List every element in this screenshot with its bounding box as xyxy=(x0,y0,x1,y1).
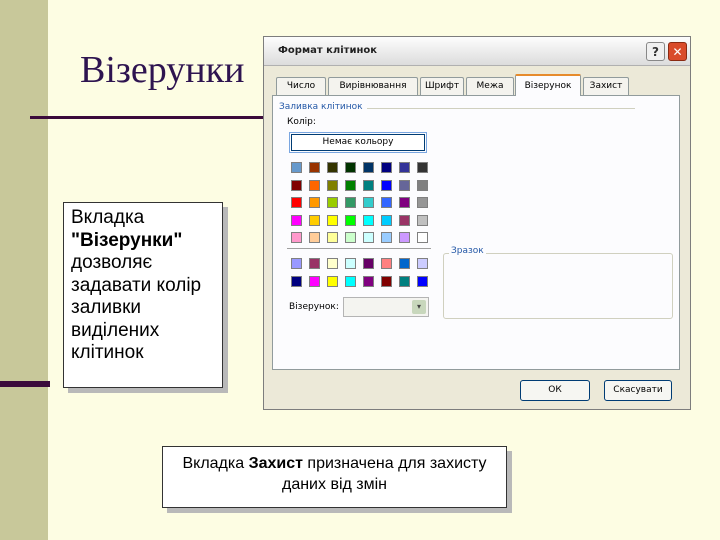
callout-patterns-bold: "Візерунки" xyxy=(71,229,183,251)
color-swatch[interactable] xyxy=(417,214,428,226)
color-swatch[interactable] xyxy=(381,232,392,243)
tab-font[interactable]: Шрифт xyxy=(420,77,464,95)
sample-label: Зразок xyxy=(449,246,486,256)
color-swatch[interactable] xyxy=(417,162,428,173)
color-swatch[interactable] xyxy=(291,214,302,226)
color-swatch[interactable] xyxy=(417,232,428,243)
color-swatch[interactable] xyxy=(363,214,374,226)
color-swatch[interactable] xyxy=(381,275,392,287)
color-swatch[interactable] xyxy=(309,275,320,287)
color-swatch[interactable] xyxy=(399,179,410,191)
callout-patterns-line1: Вкладка xyxy=(71,207,145,228)
color-swatch[interactable] xyxy=(291,232,302,243)
color-swatch[interactable] xyxy=(327,197,338,208)
pattern-dropdown[interactable]: ▾ xyxy=(343,297,429,317)
color-swatch[interactable] xyxy=(309,258,320,269)
palette-separator xyxy=(287,248,431,249)
color-swatch[interactable] xyxy=(309,162,320,173)
color-swatch[interactable] xyxy=(345,258,356,269)
ok-button[interactable]: ОК xyxy=(520,380,590,401)
no-color-button[interactable]: Немає кольору xyxy=(289,132,427,153)
close-button[interactable]: ✕ xyxy=(668,42,687,61)
callout-protection-suffix: призначена для захисту даних від змін xyxy=(281,455,487,493)
color-swatch[interactable] xyxy=(417,275,428,287)
color-swatch[interactable] xyxy=(399,275,410,287)
color-swatch[interactable] xyxy=(291,258,302,269)
color-swatch[interactable] xyxy=(309,179,320,191)
color-swatch[interactable] xyxy=(381,214,392,226)
color-swatch[interactable] xyxy=(417,197,428,208)
tab-patterns[interactable]: Візерунок xyxy=(515,74,581,96)
group-divider xyxy=(363,108,635,109)
color-swatch[interactable] xyxy=(363,258,374,269)
color-swatch[interactable] xyxy=(345,197,356,208)
slide-title: Візерунки xyxy=(80,49,245,91)
callout-protection-prefix: Вкладка xyxy=(182,455,249,472)
color-swatch[interactable] xyxy=(345,179,356,191)
color-swatch[interactable] xyxy=(399,197,410,208)
color-swatch[interactable] xyxy=(327,179,338,191)
color-swatch[interactable] xyxy=(345,232,356,243)
color-swatch[interactable] xyxy=(399,232,410,243)
color-swatch[interactable] xyxy=(417,179,428,191)
color-swatch[interactable] xyxy=(381,162,392,173)
color-swatch[interactable] xyxy=(345,275,356,287)
color-swatch[interactable] xyxy=(417,258,428,269)
format-cells-dialog: Формат клітинок ? ✕ Число Вирівнювання Ш… xyxy=(263,36,691,410)
color-swatch[interactable] xyxy=(345,162,356,173)
callout-protection: Вкладка Захист призначена для захисту да… xyxy=(162,446,507,508)
color-swatch[interactable] xyxy=(363,232,374,243)
color-swatch[interactable] xyxy=(291,179,302,191)
callout-protection-bold: Захист xyxy=(248,455,303,472)
left-decor-bar xyxy=(0,0,48,540)
color-swatch[interactable] xyxy=(381,197,392,208)
tab-number[interactable]: Число xyxy=(276,77,326,95)
cell-shading-group-label: Заливка клітинок xyxy=(279,102,367,112)
color-swatch[interactable] xyxy=(363,162,374,173)
left-decor-line xyxy=(0,381,50,387)
color-swatch[interactable] xyxy=(327,214,338,226)
color-swatch[interactable] xyxy=(309,214,320,226)
color-swatch[interactable] xyxy=(345,214,356,226)
color-swatch[interactable] xyxy=(399,258,410,269)
color-swatch[interactable] xyxy=(399,214,410,226)
color-swatch[interactable] xyxy=(291,162,302,173)
color-swatch[interactable] xyxy=(327,258,338,269)
color-swatch[interactable] xyxy=(363,275,374,287)
color-swatch[interactable] xyxy=(309,197,320,208)
dialog-titlebar[interactable]: Формат клітинок ? ✕ xyxy=(264,37,690,66)
sample-preview xyxy=(443,253,673,319)
pattern-label: Візерунок: xyxy=(289,302,339,312)
callout-patterns-rest: дозволяє задавати колір заливки виділени… xyxy=(71,252,202,363)
color-swatch[interactable] xyxy=(399,162,410,173)
patterns-panel: Заливка клітинок Колір: Немає кольору Зр… xyxy=(272,95,680,370)
tab-border[interactable]: Межа xyxy=(466,77,514,95)
callout-patterns: Вкладка "Візерунки" дозволяє задавати ко… xyxy=(63,202,223,388)
tab-protection[interactable]: Захист xyxy=(583,77,629,95)
help-button[interactable]: ? xyxy=(646,42,665,61)
color-swatch[interactable] xyxy=(381,179,392,191)
color-swatch[interactable] xyxy=(363,179,374,191)
color-swatch[interactable] xyxy=(327,162,338,173)
color-swatch[interactable] xyxy=(363,197,374,208)
cancel-button[interactable]: Скасувати xyxy=(604,380,672,401)
color-swatch[interactable] xyxy=(291,275,302,287)
color-swatch[interactable] xyxy=(381,258,392,269)
color-label: Колір: xyxy=(287,117,316,127)
tab-alignment[interactable]: Вирівнювання xyxy=(328,77,418,95)
chevron-down-icon[interactable]: ▾ xyxy=(412,300,426,314)
color-swatch[interactable] xyxy=(309,232,320,243)
color-swatch[interactable] xyxy=(327,232,338,243)
dialog-title: Формат клітинок xyxy=(278,45,378,56)
color-swatch[interactable] xyxy=(327,275,338,287)
color-swatch[interactable] xyxy=(291,197,302,208)
title-underline xyxy=(30,116,266,119)
